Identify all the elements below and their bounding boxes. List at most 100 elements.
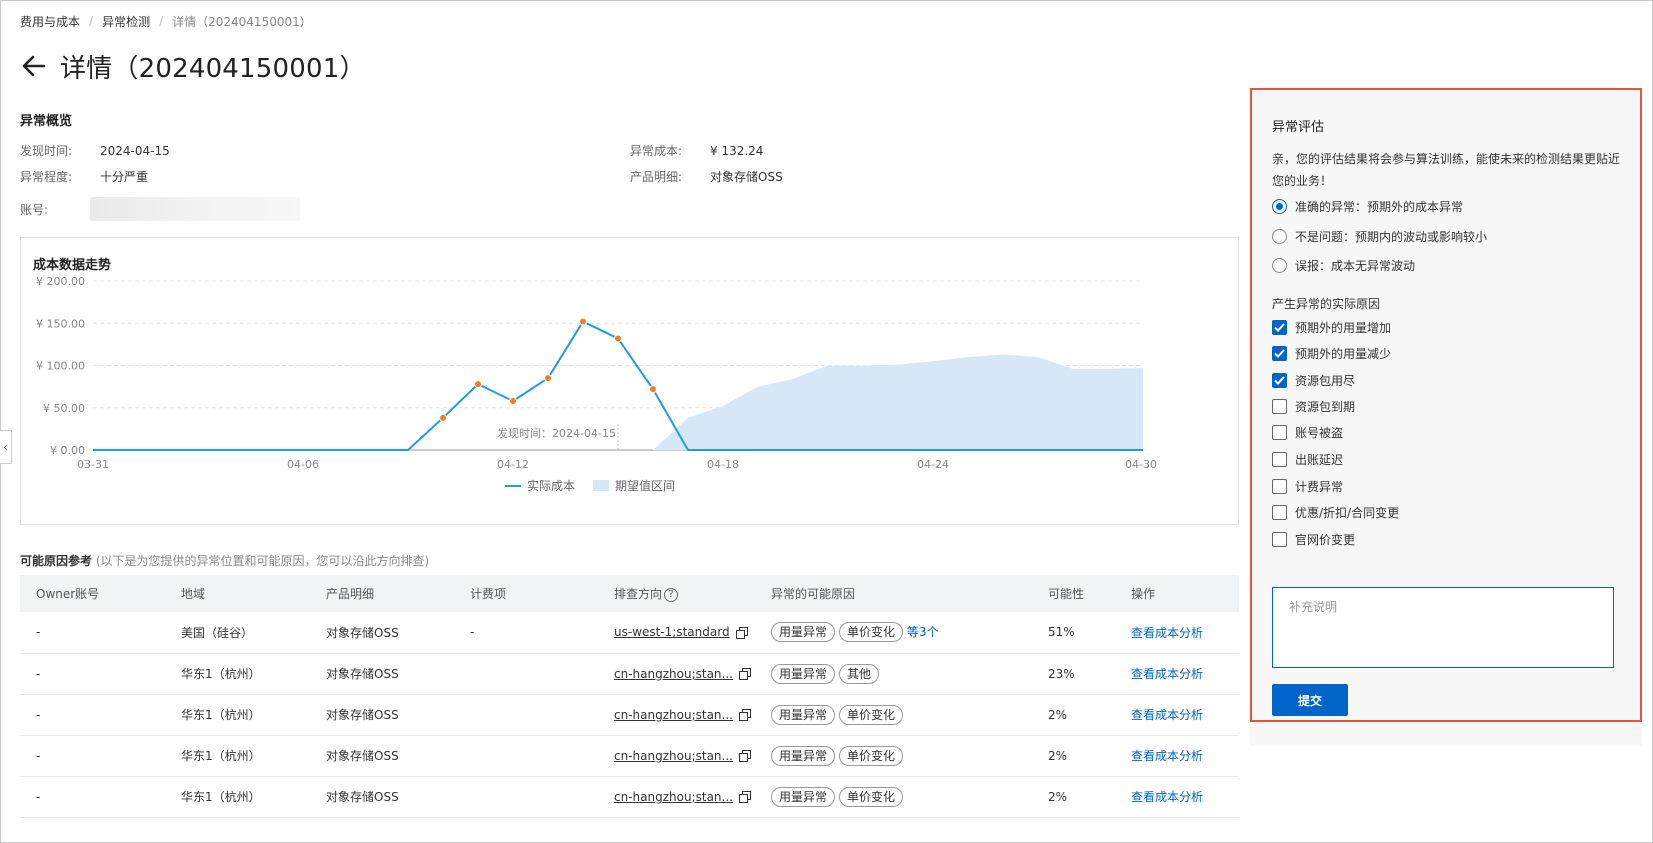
page-title: 详情（202404150001） <box>60 53 366 84</box>
breadcrumb-separator: / <box>159 14 164 28</box>
x-tick-label: 04-24 <box>917 458 949 471</box>
radio-button[interactable] <box>1272 257 1287 273</box>
checkbox-label: 预期外的用量增加 <box>1295 320 1392 335</box>
billing-item-cell <box>454 653 598 695</box>
billing-item-cell: - <box>454 612 598 654</box>
owner-cell: - <box>20 612 165 654</box>
cause-tag: 其他 <box>839 663 880 684</box>
supplement-note-input[interactable] <box>1272 587 1614 668</box>
cause-checkbox-row[interactable]: 预期外的用量增加 <box>1272 318 1391 336</box>
col-product: 产品明细 <box>310 575 454 612</box>
y-tick-label: ¥ 200.00 <box>36 275 85 288</box>
direction-link[interactable]: cn-hangzhou;stan... <box>614 790 733 804</box>
legend-label-expected: 期望值区间 <box>615 478 675 493</box>
breadcrumb-item-anomaly[interactable]: 异常检测 <box>102 13 150 30</box>
breadcrumb-item-cost[interactable]: 费用与成本 <box>20 13 80 30</box>
direction-link[interactable]: cn-hangzhou;stan... <box>614 708 733 722</box>
severity-field: 异常程度: 十分严重 <box>20 168 148 185</box>
radio-not-a-problem[interactable]: 不是问题：预期内的波动或影响较小 <box>1272 227 1487 245</box>
probability-cell: 23% <box>1032 653 1115 695</box>
actual-cost-point <box>509 396 517 405</box>
copy-icon[interactable] <box>738 709 751 721</box>
cost-value: ¥ 132.24 <box>710 144 764 158</box>
causes-cell: 用量异常 单价变化 <box>755 735 1032 777</box>
view-cost-analysis-link[interactable]: 查看成本分析 <box>1131 749 1203 763</box>
direction-link[interactable]: cn-hangzhou;stan... <box>614 667 733 681</box>
cause-checkbox-row[interactable]: 资源包到期 <box>1272 397 1355 415</box>
table-row: - 美国（硅谷） 对象存储OSS - us-west-1;standard 用量异常 单价变… <box>20 612 1239 654</box>
evaluation-title: 异常评估 <box>1272 120 1325 135</box>
direction-link[interactable]: us-west-1;standard <box>614 625 730 639</box>
cause-checkbox-row[interactable]: 账号被盗 <box>1272 423 1343 441</box>
radio-label: 不是问题：预期内的波动或影响较小 <box>1295 229 1488 244</box>
cause-title: 产生异常的实际原因 <box>1272 297 1381 311</box>
collapse-left-icon[interactable]: ‹ <box>0 430 12 464</box>
cause-tag: 用量异常 <box>771 704 836 725</box>
copy-icon[interactable] <box>738 750 751 762</box>
radio-accurate-anomaly[interactable]: 准确的异常：预期外的成本异常 <box>1272 197 1463 215</box>
action-cell: 查看成本分析 <box>1115 694 1239 736</box>
checkbox[interactable] <box>1272 319 1287 335</box>
checkbox[interactable] <box>1272 424 1287 440</box>
checkbox[interactable] <box>1272 531 1287 547</box>
cause-checkbox-row[interactable]: 计费异常 <box>1272 477 1343 495</box>
cause-tag: 单价变化 <box>839 704 904 725</box>
check-icon <box>1274 322 1285 332</box>
account-label: 账号: <box>20 203 49 217</box>
copy-icon[interactable] <box>738 668 751 680</box>
cause-tag: 单价变化 <box>839 622 904 643</box>
direction-link[interactable]: cn-hangzhou;stan... <box>614 749 733 763</box>
actual-cost-point <box>439 413 447 422</box>
checkbox[interactable] <box>1272 451 1287 467</box>
view-cost-analysis-link[interactable]: 查看成本分析 <box>1131 626 1203 640</box>
found-time-value: 2024-04-15 <box>100 144 170 158</box>
help-icon[interactable]: ? <box>664 587 679 602</box>
product-field: 产品明细: 对象存储OSS <box>630 168 783 185</box>
checkbox[interactable] <box>1272 504 1287 520</box>
col-direction: 排查方向? <box>598 575 755 612</box>
product-cell: 对象存储OSS <box>310 653 454 695</box>
breadcrumb-separator: / <box>89 14 94 28</box>
probability-cell: 2% <box>1032 776 1115 818</box>
copy-icon[interactable] <box>738 791 751 803</box>
cause-checkbox-row[interactable]: 预期外的用量减少 <box>1272 344 1391 362</box>
severity-value: 十分严重 <box>100 170 149 184</box>
y-tick-label: ¥ 0.00 <box>50 444 85 457</box>
actual-cost-point <box>579 317 587 326</box>
cause-checkbox-row[interactable]: 资源包用尽 <box>1272 371 1355 389</box>
table-row: - 华东1（杭州） 对象存储OSS cn-hangzhou;stan... 用量异常 单价… <box>20 694 1239 736</box>
radio-button[interactable] <box>1272 228 1287 244</box>
checkbox[interactable] <box>1272 398 1287 414</box>
radio-label: 误报：成本无异常波动 <box>1295 258 1416 273</box>
copy-icon[interactable] <box>735 626 748 639</box>
probability-cell: 51% <box>1032 612 1115 654</box>
checkbox[interactable] <box>1272 345 1287 361</box>
table-row: - 华东1（杭州） 对象存储OSS cn-hangzhou;stan... 用量异常 单价… <box>20 735 1239 777</box>
radio-false-alarm[interactable]: 误报：成本无异常波动 <box>1272 256 1415 274</box>
back-arrow-icon[interactable] <box>20 54 48 78</box>
checkbox-label: 预期外的用量减少 <box>1295 346 1392 361</box>
region-cell: 华东1（杭州） <box>165 735 310 777</box>
col-billing-item: 计费项 <box>454 575 598 612</box>
checkbox[interactable] <box>1272 478 1287 494</box>
radio-label: 准确的异常：预期外的成本异常 <box>1295 199 1464 214</box>
reasons-note: (以下是为您提供的异常位置和可能原因，您可以沿此方向排查) <box>95 554 430 568</box>
view-cost-analysis-link[interactable]: 查看成本分析 <box>1131 667 1203 681</box>
table-header-row: Owner账号 地域 产品明细 计费项 排查方向? 异常的可能原因 可能性 操作 <box>20 575 1239 612</box>
causes-cell: 用量异常 其他 <box>755 653 1032 695</box>
cause-tag: 单价变化 <box>839 786 904 807</box>
radio-button[interactable] <box>1272 198 1287 214</box>
action-cell: 查看成本分析 <box>1115 653 1239 695</box>
cost-trend-chart-card: 成本数据走势 ¥ 0.00 ¥ 50.00 ¥ 100.00 ¥ 150.00 ¥ 20… <box>20 237 1239 525</box>
cause-checkbox-row[interactable]: 优惠/折扣/合同变更 <box>1272 503 1399 521</box>
more-causes-link[interactable]: 等3个 <box>907 625 939 639</box>
cause-checkbox-row[interactable]: 出账延迟 <box>1272 450 1343 468</box>
billing-item-cell <box>454 735 598 777</box>
view-cost-analysis-link[interactable]: 查看成本分析 <box>1131 790 1203 804</box>
view-cost-analysis-link[interactable]: 查看成本分析 <box>1131 708 1203 722</box>
account-field: 账号: <box>20 201 100 218</box>
probability-cell: 2% <box>1032 694 1115 736</box>
checkbox[interactable] <box>1272 372 1287 388</box>
cause-checkbox-row[interactable]: 官网价变更 <box>1272 530 1355 548</box>
submit-button[interactable]: 提交 <box>1272 684 1348 716</box>
